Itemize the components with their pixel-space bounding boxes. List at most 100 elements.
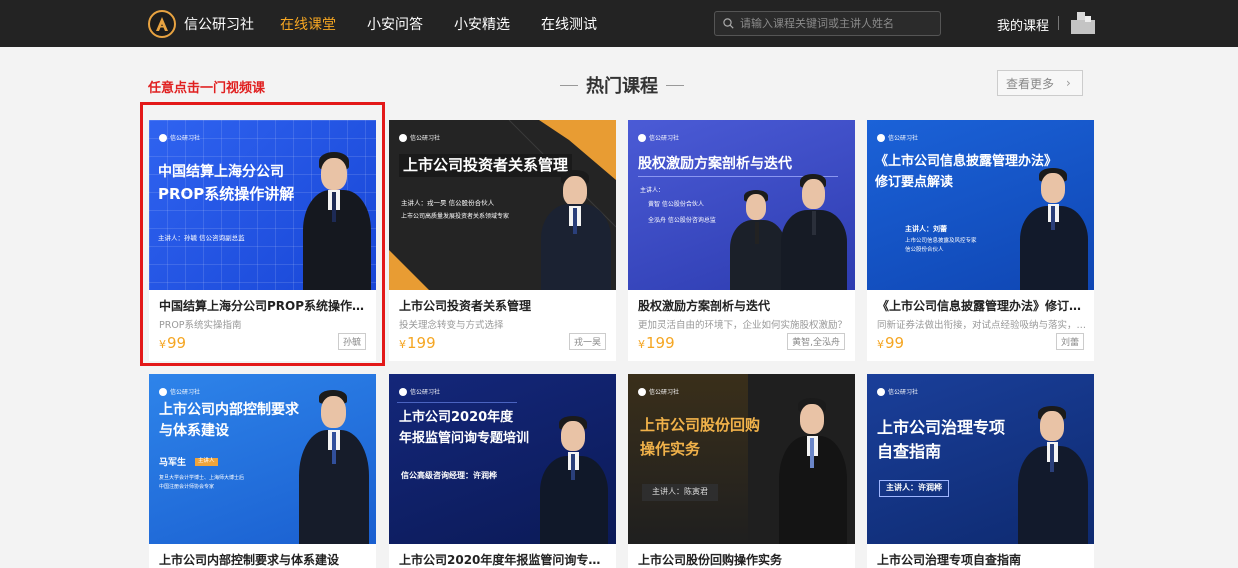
cover-speaker: 主讲人：孙毓 信公咨询副总监 [158, 234, 245, 242]
course-title[interactable]: 上市公司2020年度年报监管问询专题培训 [399, 551, 609, 568]
nav-item-online-test[interactable]: 在线测试 [541, 14, 597, 34]
see-more-button[interactable]: 查看更多 › [997, 70, 1083, 96]
chevron-right-icon: › [1066, 76, 1071, 90]
cover-title-line2: 年报监管问询专题培训 [399, 431, 530, 446]
course-card[interactable]: 信公研习社 上市公司内部控制要求 与体系建设 马军生 主讲人 复旦大学会计学博士… [149, 374, 376, 568]
course-card[interactable]: 信公研习社 上市公司股份回购 操作实务 主讲人：陈寅君 上市公司股份回购操作实务 [628, 374, 855, 568]
cover-speaker: 主讲人：陈寅君 [642, 484, 718, 501]
my-course-link[interactable]: 我的课程 [997, 15, 1049, 34]
search-input[interactable] [740, 17, 935, 30]
course-cover: 信公研习社 中国结算上海分公司 PROP系统操作讲解 主讲人：孙毓 信公咨询副总… [149, 120, 376, 290]
site-logo[interactable]: 信公研习社 [148, 10, 254, 38]
cover-title-line2: 自查指南 [877, 442, 942, 461]
course-subtitle: 投关理念转变与方式选择 [399, 320, 504, 331]
speaker-photo [1015, 406, 1091, 544]
cover-desc: 复旦大学会计学博士、上海师大博士后 [159, 475, 245, 481]
cover-desc2: 中国注册会计师协会专家 [159, 484, 215, 490]
cover-desc2: 信公股份合伙人 [905, 247, 944, 253]
cover-brand: 信公研习社 [638, 387, 679, 396]
cover-speaker: 主讲人：戎一昊 信公股份合伙人 [401, 199, 495, 207]
course-title[interactable]: 上市公司股份回购操作实务 [638, 551, 848, 568]
section-title: 热门课程 [560, 72, 684, 98]
cover-speaker: 主讲人：刘蕾 [905, 225, 947, 233]
title-line-left [560, 84, 578, 86]
cover-brand: 信公研习社 [877, 133, 918, 142]
cover-title-line2: 修订要点解读 [875, 175, 954, 190]
speaker-photo [295, 386, 373, 544]
main-nav: 在线课堂 小安问答 小安精选 在线测试 [280, 0, 628, 47]
course-price: ¥99 [159, 334, 187, 352]
course-cover: 信公研习社 上市公司投资者关系管理 主讲人：戎一昊 信公股份合伙人 上市公司高质… [389, 120, 616, 290]
cover-title-line1: 上市公司2020年度 [399, 410, 514, 425]
speaker-photo [776, 394, 850, 544]
course-title[interactable]: 中国结算上海分公司PROP系统操作讲解 [159, 297, 369, 314]
course-card[interactable]: 信公研习社 上市公司投资者关系管理 主讲人：戎一昊 信公股份合伙人 上市公司高质… [389, 120, 616, 361]
instruction-hint: 任意点击一门视频课 [148, 81, 266, 96]
cover-brand: 信公研习社 [399, 387, 440, 396]
teacher-tag: 孙毓 [337, 333, 366, 350]
cover-title-line2: 操作实务 [640, 440, 701, 458]
cover-desc: 上市公司信息披露及风控专家 [905, 238, 977, 244]
cover-title-line1: 上市公司内部控制要求 [159, 402, 299, 418]
course-title[interactable]: 股权激励方案剖析与迭代 [638, 297, 848, 314]
search-icon [723, 18, 734, 29]
speaker-photo [299, 140, 376, 290]
section-title-text: 热门课程 [586, 76, 658, 97]
see-more-label: 查看更多 [1006, 76, 1055, 91]
cover-title-line2: 与体系建设 [159, 423, 229, 439]
cover-speaker: 主讲人：许润桦 [879, 480, 949, 497]
avatar[interactable] [1071, 12, 1095, 34]
speaker-photo [537, 170, 615, 290]
cover-brand: 信公研习社 [159, 387, 200, 396]
course-price: ¥99 [877, 334, 905, 352]
cover-title-line1: 中国结算上海分公司 [158, 164, 284, 180]
nav-item-qa[interactable]: 小安问答 [367, 14, 423, 34]
course-subtitle: 更加灵活自由的环境下，企业如何实施股权激励？ [638, 320, 848, 331]
course-price: ¥199 [638, 334, 675, 352]
course-cover: 信公研习社 《上市公司信息披露管理办法》 修订要点解读 主讲人：刘蕾 上市公司信… [867, 120, 1094, 290]
title-line-right [666, 84, 684, 86]
nav-item-online-class[interactable]: 在线课堂 [280, 14, 336, 34]
course-cover: 信公研习社 上市公司2020年度 年报监管问询专题培训 信公高级咨询经理：许润桦 [389, 374, 616, 544]
course-card[interactable]: 信公研习社 上市公司2020年度 年报监管问询专题培训 信公高级咨询经理：许润桦… [389, 374, 616, 568]
nav-divider [1058, 16, 1059, 30]
cover-title-line2: PROP系统操作讲解 [158, 185, 295, 203]
course-card[interactable]: 信公研习社 中国结算上海分公司 PROP系统操作讲解 主讲人：孙毓 信公咨询副总… [149, 120, 376, 361]
cover-speaker-label: 主讲人： [640, 187, 665, 194]
cover-brand: 信公研习社 [877, 387, 918, 396]
cover-speaker-1: 黄智 信公股份合伙人 [648, 201, 704, 208]
course-card[interactable]: 信公研习社 《上市公司信息披露管理办法》 修订要点解读 主讲人：刘蕾 上市公司信… [867, 120, 1094, 361]
course-title[interactable]: 上市公司投资者关系管理 [399, 297, 609, 314]
course-cover: 信公研习社 股权激励方案剖析与迭代 主讲人： 黄智 信公股份合伙人 全泓舟 信公… [628, 120, 855, 290]
course-cover: 信公研习社 上市公司治理专项 自查指南 主讲人：许润桦 [867, 374, 1094, 544]
course-cover: 信公研习社 上市公司股份回购 操作实务 主讲人：陈寅君 [628, 374, 855, 544]
teacher-tag: 刘蕾 [1055, 333, 1084, 350]
cover-brand: 信公研习社 [638, 133, 679, 142]
course-price: ¥199 [399, 334, 436, 352]
course-subtitle: PROP系统实操指南 [159, 320, 242, 331]
course-card[interactable]: 信公研习社 上市公司治理专项 自查指南 主讲人：许润桦 上市公司治理专项自查指南 [867, 374, 1094, 568]
course-title[interactable]: 上市公司内部控制要求与体系建设 [159, 551, 369, 568]
course-card[interactable]: 信公研习社 股权激励方案剖析与迭代 主讲人： 黄智 信公股份合伙人 全泓舟 信公… [628, 120, 855, 361]
speaker-photo [1017, 168, 1091, 290]
logo-text: 信公研习社 [184, 17, 254, 33]
speaker-photo [537, 416, 611, 544]
course-title[interactable]: 上市公司治理专项自查指南 [877, 551, 1087, 568]
course-subtitle: 同新证券法做出衔接，对试点经验吸纳与落实，… [877, 320, 1087, 331]
cover-title-line1: 上市公司治理专项 [877, 418, 1006, 437]
cover-title-line1: 上市公司股份回购 [640, 416, 761, 434]
cover-brand: 信公研习社 [159, 133, 200, 142]
search-box [714, 11, 941, 36]
cover-speaker: 马军生 [159, 458, 187, 468]
teacher-tag: 黄智,全泓舟 [787, 333, 845, 350]
top-nav-bar: 信公研习社 在线课堂 小安问答 小安精选 在线测试 我的课程 [0, 0, 1238, 47]
cover-brand: 信公研习社 [399, 133, 440, 142]
course-title[interactable]: 《上市公司信息披露管理办法》修订要点解读 [877, 297, 1087, 314]
cover-title: 股权激励方案剖析与迭代 [638, 156, 792, 172]
cover-desc: 上市公司高质量发展投资者关系领域专家 [401, 213, 510, 220]
cover-speaker-2: 全泓舟 信公股份咨询总监 [648, 217, 716, 224]
speaker-photo-2 [778, 174, 850, 290]
logo-icon [148, 10, 176, 38]
nav-item-picks[interactable]: 小安精选 [454, 14, 510, 34]
cover-speaker: 信公高级咨询经理：许润桦 [401, 471, 497, 480]
